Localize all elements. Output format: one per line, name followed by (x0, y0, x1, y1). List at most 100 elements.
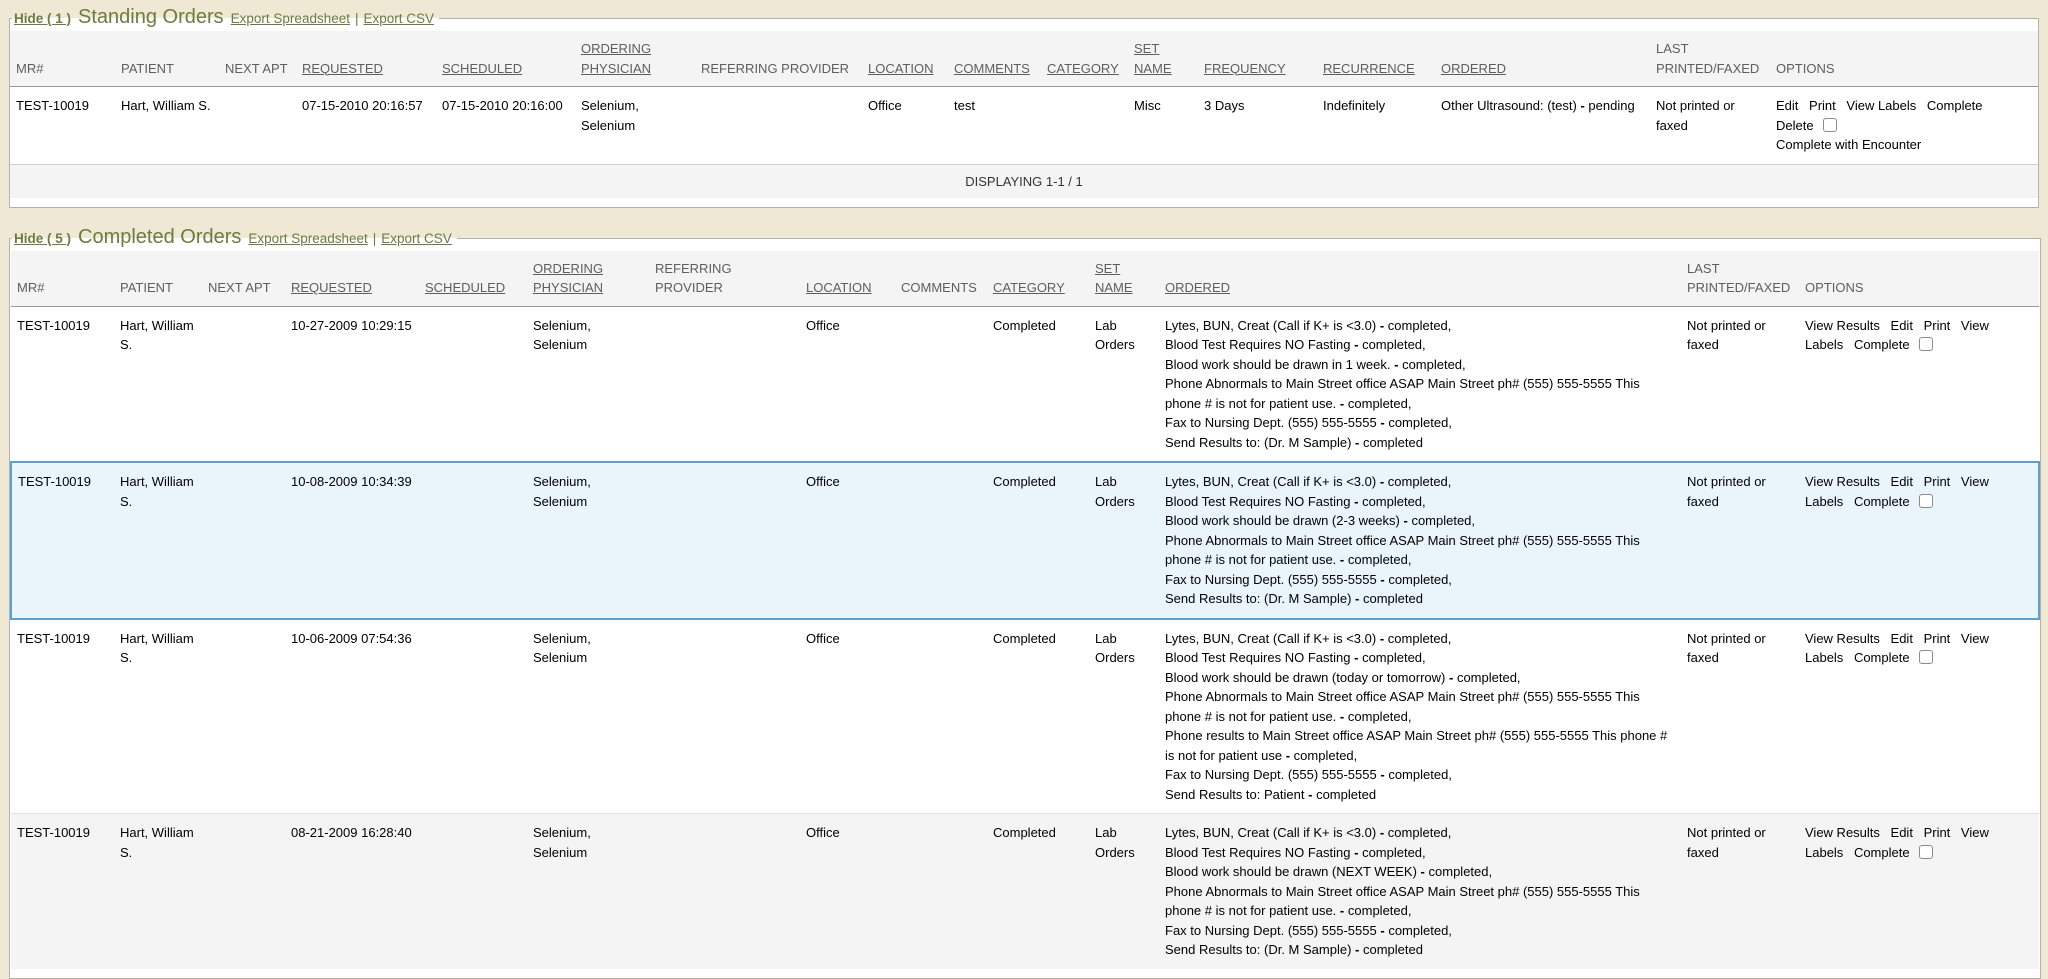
order-select-checkbox[interactable] (1919, 337, 1933, 351)
option-edit-link[interactable]: Edit (1891, 631, 1913, 646)
option-with-checkbox: Delete (1776, 118, 1837, 133)
option-print-link[interactable]: Print (1924, 825, 1951, 840)
column-header-label: MR# (17, 280, 44, 295)
column-header-ordering-physician[interactable]: ORDERING PHYSICIAN (575, 31, 695, 87)
option-complete-with-encounter-link[interactable]: Complete with Encounter (1776, 137, 1921, 152)
cell-set-name: Lab Orders (1089, 619, 1159, 814)
option-complete-link[interactable]: Complete (1854, 494, 1910, 509)
option-edit-link[interactable]: Edit (1891, 318, 1913, 333)
ordered-item: Blood Test Requires NO Fasting - complet… (1165, 648, 1675, 668)
column-header-label[interactable]: ORDERED (1441, 61, 1506, 76)
column-header-scheduled[interactable]: SCHEDULED (436, 31, 575, 87)
standing-orders-hide-link[interactable]: Hide ( 1 ) (14, 11, 71, 26)
column-header-set-name[interactable]: SET NAME (1089, 251, 1159, 307)
option-delete-link[interactable]: Delete (1776, 118, 1814, 133)
cell-options: View Results Edit Print View Labels Comp… (1799, 462, 2039, 619)
option-view-results-link[interactable]: View Results (1805, 825, 1880, 840)
completed-export-csv-link[interactable]: Export CSV (381, 231, 452, 246)
option-view-labels-link[interactable]: View Labels (1846, 98, 1916, 113)
column-header-label[interactable]: FREQUENCY (1204, 61, 1286, 76)
cell-requested: 07-15-2010 20:16:57 (296, 87, 436, 164)
column-header-mr: MR# (10, 31, 115, 87)
column-header-label[interactable]: CATEGORY (993, 280, 1065, 295)
column-header-ordered[interactable]: ORDERED (1435, 31, 1650, 87)
column-header-mr: MR# (11, 251, 114, 307)
completed-order-row[interactable]: TEST-10019Hart, William S.08-21-2009 16:… (11, 814, 2039, 969)
option-view-results-link[interactable]: View Results (1805, 474, 1880, 489)
option-edit-link[interactable]: Edit (1891, 474, 1913, 489)
completed-order-row[interactable]: TEST-10019Hart, William S.10-27-2009 10:… (11, 306, 2039, 462)
completed-export-spreadsheet-link[interactable]: Export Spreadsheet (248, 231, 367, 246)
option-complete-link[interactable]: Complete (1854, 650, 1910, 665)
option-print-link[interactable]: Print (1924, 474, 1951, 489)
status-dash: - (1403, 513, 1407, 528)
option-complete-link[interactable]: Complete (1854, 845, 1910, 860)
column-header-label[interactable]: LOCATION (806, 280, 872, 295)
ordered-item: Blood work should be drawn (today or tom… (1165, 668, 1675, 688)
order-select-checkbox[interactable] (1919, 845, 1933, 859)
column-header-patient: PATIENT (115, 31, 219, 87)
order-select-checkbox[interactable] (1823, 118, 1837, 132)
column-header-label[interactable]: COMMENTS (954, 61, 1030, 76)
column-header-label[interactable]: RECURRENCE (1323, 61, 1415, 76)
status-dash: - (1580, 98, 1584, 113)
cell-ordering-physician: Selenium, Selenium (575, 87, 695, 164)
column-header-comments[interactable]: COMMENTS (948, 31, 1041, 87)
column-header-category[interactable]: CATEGORY (987, 251, 1089, 307)
completed-order-row[interactable]: TEST-10019Hart, William S.10-06-2009 07:… (11, 619, 2039, 814)
standing-order-row[interactable]: TEST-10019Hart, William S.07-15-2010 20:… (10, 87, 2038, 164)
standing-export-spreadsheet-link[interactable]: Export Spreadsheet (231, 11, 350, 26)
cell-ordering-physician: Selenium, Selenium (527, 814, 649, 969)
completed-orders-hide-link[interactable]: Hide ( 5 ) (14, 231, 71, 246)
option-view-results-link[interactable]: View Results (1805, 318, 1880, 333)
status-dash: - (1354, 845, 1358, 860)
completed-order-row[interactable]: TEST-10019Hart, William S.10-08-2009 10:… (11, 462, 2039, 619)
column-header-ordering-physician[interactable]: ORDERING PHYSICIAN (527, 251, 649, 307)
column-header-label: NEXT APT (208, 280, 271, 295)
cell-comments: test (948, 87, 1041, 164)
column-header-label[interactable]: CATEGORY (1047, 61, 1119, 76)
ordered-item: Send Results to: (Dr. M Sample) - comple… (1165, 940, 1675, 960)
column-header-last-printed-faxed: LAST PRINTED/FAXED (1650, 31, 1770, 87)
column-header-label[interactable]: REQUESTED (302, 61, 383, 76)
column-header-requested[interactable]: REQUESTED (296, 31, 436, 87)
cell-referring-provider (649, 814, 800, 969)
column-header-label[interactable]: ORDERING PHYSICIAN (533, 261, 603, 296)
column-header-frequency[interactable]: FREQUENCY (1198, 31, 1317, 87)
column-header-set-name[interactable]: SET NAME (1128, 31, 1198, 87)
cell-ordered: Lytes, BUN, Creat (Call if K+ is <3.0) -… (1159, 306, 1681, 462)
column-header-label[interactable]: SCHEDULED (442, 61, 522, 76)
column-header-location[interactable]: LOCATION (800, 251, 895, 307)
cell-options: View Results Edit Print View Labels Comp… (1799, 814, 2039, 969)
column-header-label[interactable]: SET NAME (1095, 261, 1133, 296)
option-print-link[interactable]: Print (1924, 318, 1951, 333)
column-header-label[interactable]: ORDERED (1165, 280, 1230, 295)
option-print-link[interactable]: Print (1924, 631, 1951, 646)
order-select-checkbox[interactable] (1919, 650, 1933, 664)
column-header-label[interactable]: SET NAME (1134, 41, 1172, 76)
column-header-ordered[interactable]: ORDERED (1159, 251, 1681, 307)
option-print-link[interactable]: Print (1809, 98, 1836, 113)
column-header-category[interactable]: CATEGORY (1041, 31, 1128, 87)
order-select-checkbox[interactable] (1919, 494, 1933, 508)
standing-export-csv-link[interactable]: Export CSV (364, 11, 435, 26)
cell-requested: 10-08-2009 10:34:39 (285, 462, 419, 619)
column-header-requested[interactable]: REQUESTED (285, 251, 419, 307)
column-header-label[interactable]: REQUESTED (291, 280, 372, 295)
column-header-label[interactable]: SCHEDULED (425, 280, 505, 295)
option-complete-link[interactable]: Complete (1854, 337, 1910, 352)
column-header-label[interactable]: ORDERING PHYSICIAN (581, 41, 651, 76)
column-header-recurrence[interactable]: RECURRENCE (1317, 31, 1435, 87)
column-header-scheduled[interactable]: SCHEDULED (419, 251, 527, 307)
column-header-location[interactable]: LOCATION (862, 31, 948, 87)
column-header-label: NEXT APT (225, 61, 288, 76)
option-edit-link[interactable]: Edit (1776, 98, 1798, 113)
ordered-item: Fax to Nursing Dept. (555) 555-5555 - co… (1165, 765, 1675, 785)
column-header-label[interactable]: LOCATION (868, 61, 934, 76)
ordered-item: Blood Test Requires NO Fasting - complet… (1165, 492, 1675, 512)
column-header-label: REFERRING PROVIDER (701, 61, 849, 76)
option-edit-link[interactable]: Edit (1891, 825, 1913, 840)
option-complete-link[interactable]: Complete (1927, 98, 1983, 113)
cell-ordered: Lytes, BUN, Creat (Call if K+ is <3.0) -… (1159, 814, 1681, 969)
option-view-results-link[interactable]: View Results (1805, 631, 1880, 646)
